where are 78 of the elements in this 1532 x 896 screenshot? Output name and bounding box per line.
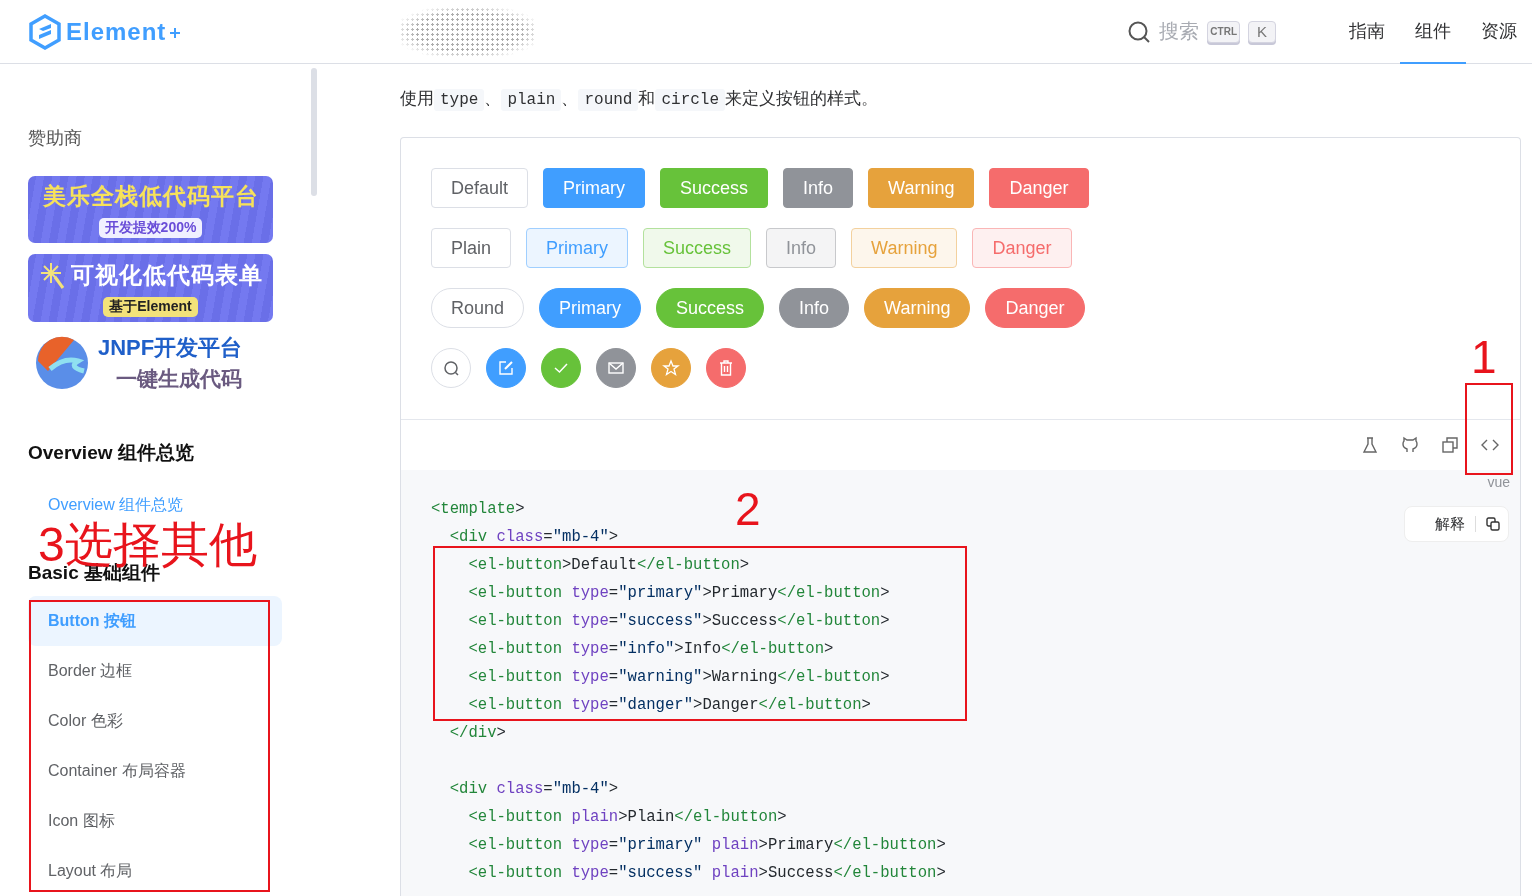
trash-icon [717,359,735,377]
scrollbar-thumb[interactable] [311,68,317,196]
plain-button[interactable]: Warning [851,228,958,268]
banner-title: 美乐全栈低代码平台 [42,182,259,212]
demo-button[interactable]: Info [783,168,854,208]
code-line: <el-button type="info">Info</el-button> [467,639,834,660]
plain-button[interactable]: Danger [972,228,1072,268]
demo-button[interactable]: Default [431,168,529,208]
envelope-icon [607,359,625,377]
code-line: <el-button type="success">Success</el-button> [467,611,890,632]
round-button[interactable]: Round [431,288,525,328]
code-line: <el-button type="primary">Primary</el-button> [467,583,890,604]
copy-icon[interactable] [1486,517,1500,531]
sidebar-item[interactable]: Container 布局容器 [28,746,282,796]
round-button[interactable]: Warning [864,288,971,328]
sponsor-banner[interactable]: 美乐全栈低代码平台 开发提效200% [28,176,273,244]
star-icon [662,359,680,377]
circle-button[interactable] [486,348,526,388]
circle-button[interactable] [706,348,746,388]
search-icon [442,359,460,377]
hexagon-logo-icon [28,13,62,50]
plain-button[interactable]: Plain [431,228,512,268]
code-line: <el-button type="warning">Warning</el-button> [467,667,890,688]
code-line: </div> [448,723,506,744]
plain-button[interactable]: Info [766,228,837,268]
code-line: <el-button plain>Plain</el-button> [467,807,787,828]
banner-title: JNPF开发平台 [98,333,243,362]
keyboard-key: K [1248,20,1276,43]
flask-icon[interactable] [1361,436,1379,454]
round-button[interactable]: Danger [985,288,1085,328]
search-icon[interactable] [1127,19,1152,44]
banner-tag: 开发提效200% [98,218,203,239]
intro-text: 使用 type 、 plain 、 round 和 circle 来定义按钮的样式。 [400,88,880,113]
banner-title: 可视化低代码表单 [70,260,263,290]
nav-tab[interactable]: 指南 [1334,0,1400,64]
code-line: <el-button type="success" plain>Success</el-button> [467,863,946,884]
circle-button[interactable] [596,348,636,388]
code-line: <el-button type="primary" plain>Primary</el-button> [467,835,946,856]
nav-tab[interactable]: 组件 [1400,0,1466,64]
nav-tab[interactable]: 资源 [1466,0,1532,64]
sidebar-item[interactable]: Color 色彩 [28,696,282,746]
group-title: Overview 组件总览 [28,441,195,465]
swirl-logo-icon [34,334,90,391]
sidebar-item[interactable]: Icon 图标 [28,796,282,846]
code-line: <div class="mb-4"> [448,527,619,548]
code-line: <el-button>Default</el-button> [467,555,750,576]
language-label: vue [1487,474,1510,490]
demo-button[interactable]: Danger [989,168,1089,208]
sponsor-banner[interactable]: 可视化低代码表单 基于Element [28,254,273,322]
demo-button[interactable]: Success [660,168,769,208]
demo-button[interactable]: Primary [543,168,646,208]
code-line: <template> [431,499,525,520]
keyboard-key: CTRL [1207,20,1240,43]
demo-button[interactable]: Warning [868,168,975,208]
plus-icon [170,27,181,38]
sponsor-banner[interactable]: JNPF开发平台 一键生成代码 [28,332,273,393]
sparkle-wand-icon [38,261,65,290]
sidebar-item[interactable]: Layout 布局 [28,846,282,896]
plain-button[interactable]: Success [643,228,752,268]
code-line: <el-button type="danger">Danger</el-button> [467,695,871,716]
circle-button[interactable] [541,348,581,388]
logo-text[interactable]: Element [66,17,167,46]
banner-tag: 一键生成代码 [98,364,243,393]
annotation-label: 2 [735,486,761,532]
search-placeholder[interactable]: 搜索 [1159,18,1200,45]
edit-icon [497,359,515,377]
sidebar-item[interactable]: Border 边框 [28,646,282,696]
round-button[interactable]: Success [656,288,765,328]
code-line: <div class="mb-4"> [448,779,619,800]
round-button[interactable]: Primary [539,288,642,328]
plain-button[interactable]: Primary [526,228,629,268]
annotation-label: 1 [1471,334,1497,380]
section-title: 赞助商 [28,127,83,150]
cat-head-icon[interactable] [1401,436,1419,454]
banner-tag: 基于Element [103,296,198,317]
sidebar-item[interactable]: Button 按钮 [28,596,282,646]
explain-button[interactable]: 解释 [1435,514,1465,534]
round-button[interactable]: Info [779,288,850,328]
